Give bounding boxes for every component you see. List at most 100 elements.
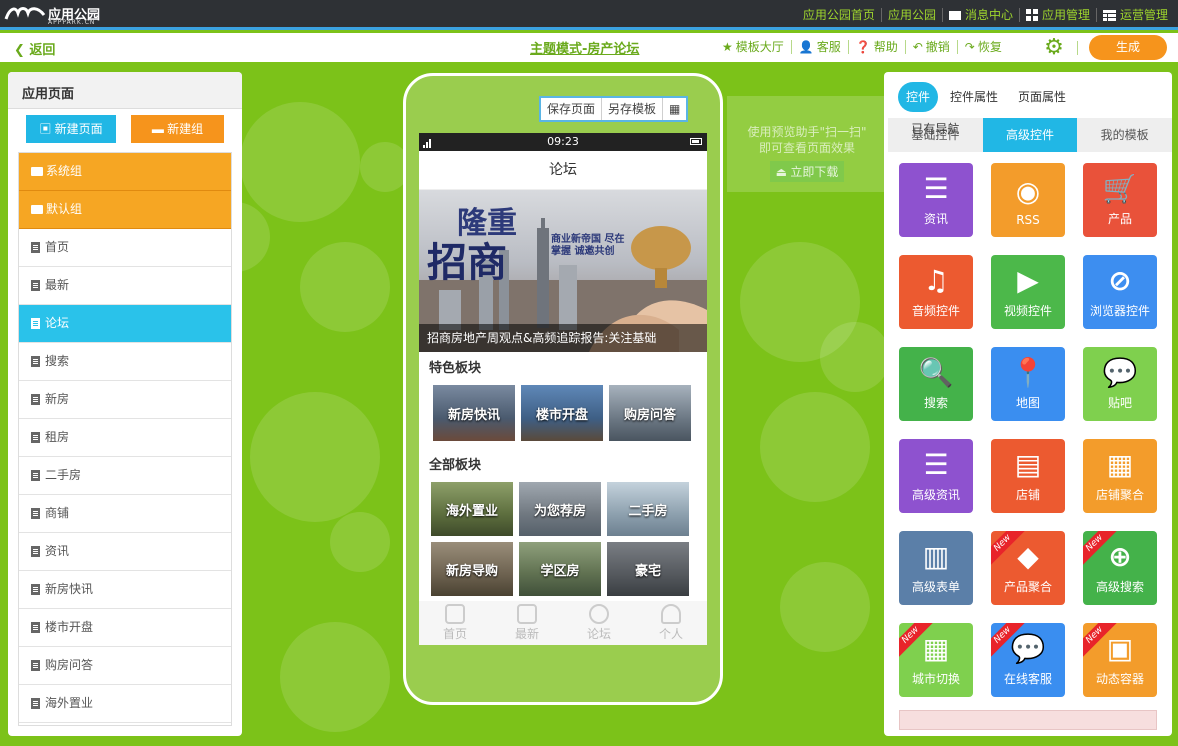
pro-list-icon: ☰: [923, 448, 949, 481]
tab-profile[interactable]: 个人: [659, 604, 683, 642]
control-card[interactable]: ▦ 店铺聚合: [1083, 439, 1157, 513]
subtab-my-templates[interactable]: 我的模板: [1077, 118, 1172, 152]
board-tile[interactable]: 海外置业: [431, 482, 513, 536]
subtab-basic[interactable]: 已有导航 基础控件: [888, 118, 983, 152]
board-tile[interactable]: 二手房: [607, 482, 689, 536]
controls-panel-tabs: 控件 控件属性 页面属性: [898, 82, 1074, 112]
generate-button[interactable]: 生成: [1089, 35, 1167, 60]
tab-controls[interactable]: 控件: [898, 82, 939, 112]
chevron-left-icon: ❮: [14, 43, 30, 58]
qrcode-icon[interactable]: ▦: [662, 98, 686, 120]
board-tile[interactable]: 新房快讯: [433, 385, 515, 441]
page-item[interactable]: 楼市开盘: [19, 609, 231, 647]
doc-icon: [31, 622, 40, 633]
group-item-default[interactable]: 默认组: [19, 191, 231, 229]
zoom-plus-icon: ⊕: [1108, 540, 1132, 573]
existing-nav-label: 已有导航: [911, 122, 960, 136]
new-group-button[interactable]: ▬ 新建组: [131, 115, 224, 143]
control-card-label: 高级资讯: [911, 488, 960, 502]
tab-latest[interactable]: 最新: [515, 604, 539, 642]
control-card[interactable]: ☰ 高级资讯: [899, 439, 973, 513]
battery-icon: [690, 138, 702, 145]
hint-line-1: 使用预览助手"扫一扫": [747, 125, 867, 139]
control-card[interactable]: ▤ 店铺: [991, 439, 1065, 513]
service-chat-icon: 💬: [1010, 632, 1046, 665]
page-item[interactable]: 商铺: [19, 495, 231, 533]
doc-icon: [31, 280, 40, 291]
board-tile[interactable]: 为您荐房: [519, 482, 601, 536]
board-tile[interactable]: 新房导购: [431, 542, 513, 596]
control-card[interactable]: ☰ 资讯: [899, 163, 973, 237]
page-item[interactable]: 租房: [19, 419, 231, 457]
control-card[interactable]: ▥ 高级表单: [899, 531, 973, 605]
control-card[interactable]: New ▣ 动态容器: [1083, 623, 1157, 697]
page-title[interactable]: 主题模式-房产论坛: [530, 38, 639, 57]
page-item[interactable]: 资讯: [19, 533, 231, 571]
app-logo[interactable]: 应用公园 APPPARK.CN: [4, 3, 104, 27]
control-card[interactable]: ◉ RSS: [991, 163, 1065, 237]
page-item[interactable]: 搜索: [19, 343, 231, 381]
doc-icon: [31, 470, 40, 481]
folder-icon: [31, 205, 43, 214]
group-item-system[interactable]: 系统组: [19, 153, 231, 191]
control-card[interactable]: New ▦ 城市切换: [899, 623, 973, 697]
grid-icon: [1025, 9, 1038, 21]
page-item[interactable]: 海外置业: [19, 685, 231, 723]
control-card[interactable]: New 💬 在线客服: [991, 623, 1065, 697]
page-item[interactable]: 购房问答: [19, 647, 231, 685]
control-card[interactable]: 📍 地图: [991, 347, 1065, 421]
partial-control-card: [899, 710, 1157, 730]
template-hall-button[interactable]: ★ 模板大厅: [722, 40, 791, 54]
control-card[interactable]: New ⊕ 高级搜索: [1083, 531, 1157, 605]
control-card[interactable]: ▶ 视频控件: [991, 255, 1065, 329]
help-button[interactable]: ❓ 帮助: [847, 40, 905, 54]
control-card-label: 在线客服: [1003, 672, 1052, 686]
page-item[interactable]: 最新: [19, 267, 231, 305]
board-tile[interactable]: 学区房: [519, 542, 601, 596]
undo-button[interactable]: ↶ 撤销: [904, 40, 957, 54]
redo-button[interactable]: ↷ 恢复: [956, 40, 1009, 54]
control-card[interactable]: 🔍 搜索: [899, 347, 973, 421]
board-tile[interactable]: 豪宅: [607, 542, 689, 596]
mall-icon: ▦: [1106, 448, 1134, 481]
tab-home[interactable]: 首页: [443, 604, 467, 642]
page-item[interactable]: 新房快讯: [19, 571, 231, 609]
download-button[interactable]: ⏏ 立即下载: [769, 161, 845, 182]
banner-image[interactable]: 隆重 招商 商业新帝国 尽在掌握 诚邀共创 招商房地产周观点&高频追踪报告:关注…: [419, 190, 707, 352]
new-page-button[interactable]: ▣ 新建页面: [26, 115, 116, 143]
page-item[interactable]: 二手房: [19, 457, 231, 495]
top-link-home[interactable]: 应用公园首页: [797, 8, 881, 22]
page-item-active[interactable]: 论坛: [19, 305, 231, 343]
control-card[interactable]: 🛒 产品: [1083, 163, 1157, 237]
page-item[interactable]: 首页: [19, 229, 231, 267]
save-template-button[interactable]: 另存模板: [601, 98, 662, 120]
gear-icon[interactable]: ⚙: [1043, 37, 1065, 59]
top-link-operations[interactable]: 运营管理: [1095, 8, 1174, 22]
page-item[interactable]: 新房: [19, 381, 231, 419]
subtab-advanced[interactable]: 高级控件: [982, 118, 1078, 152]
control-card[interactable]: New ◆ 产品聚合: [991, 531, 1065, 605]
section-title-all: 全部板块: [429, 458, 482, 473]
control-card[interactable]: 💬 贴吧: [1083, 347, 1157, 421]
city-icon: ▦: [922, 632, 950, 665]
tab-page-properties[interactable]: 页面属性: [1010, 82, 1074, 112]
control-card-label: 搜索: [923, 396, 948, 410]
control-card[interactable]: ⊘ 浏览器控件: [1083, 255, 1157, 329]
control-card[interactable]: ♫ 音频控件: [899, 255, 973, 329]
question-icon: ❓: [855, 40, 871, 54]
top-link-apppark[interactable]: 应用公园: [880, 8, 942, 22]
board-tile[interactable]: 楼市开盘: [521, 385, 603, 441]
control-card-label: 音频控件: [911, 304, 960, 318]
doc-icon: [31, 508, 40, 519]
toolbar-divider: [1077, 41, 1078, 55]
board-tile[interactable]: 购房问答: [609, 385, 691, 441]
tab-control-properties[interactable]: 控件属性: [942, 82, 1006, 112]
control-card-label: 浏览器控件: [1089, 304, 1150, 318]
top-link-messages[interactable]: 消息中心: [941, 8, 1019, 22]
download-icon: ⏏: [775, 165, 791, 179]
save-page-button[interactable]: 保存页面: [541, 98, 601, 120]
back-button[interactable]: ❮ 返回: [14, 39, 55, 58]
tab-forum[interactable]: 论坛: [587, 604, 611, 642]
service-button[interactable]: 👤 客服: [790, 40, 848, 54]
top-link-app-manage[interactable]: 应用管理: [1018, 8, 1096, 22]
